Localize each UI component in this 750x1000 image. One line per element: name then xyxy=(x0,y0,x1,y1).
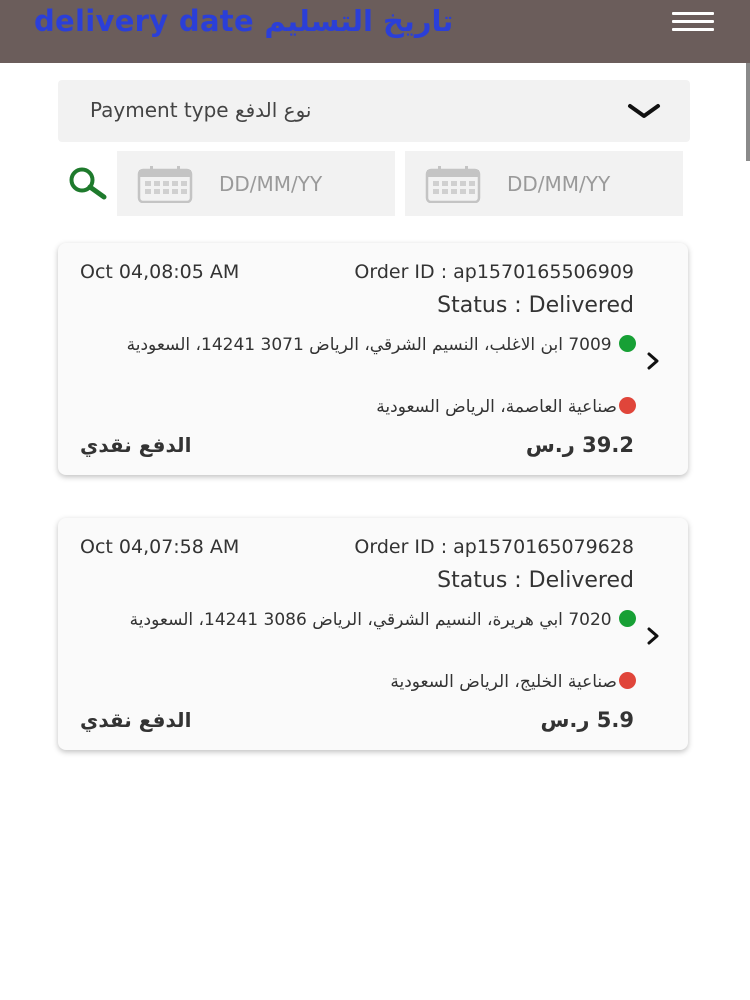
scrollbar[interactable] xyxy=(746,63,750,161)
order-datetime: Oct 04,07:58 AM xyxy=(80,536,240,558)
dropoff-address: صناعية الخليج، الرياض السعودية xyxy=(76,670,636,694)
dropoff-address-text: صناعية العاصمة، الرياض السعودية xyxy=(376,397,617,417)
payment-method: الدفع نقدي xyxy=(80,708,192,732)
chevron-down-icon xyxy=(628,104,660,118)
dropoff-address: صناعية العاصمة، الرياض السعودية xyxy=(76,395,636,419)
pickup-address-text: 7009 ابن الاغلب، النسيم الشرقي، الرياض 3… xyxy=(126,335,612,355)
order-id: Order ID : ap1570165506909 xyxy=(354,261,634,283)
order-amount: 39.2 ر.س xyxy=(525,433,634,457)
date-from-field[interactable]: DD/MM/YY xyxy=(117,151,395,216)
pickup-address: 7020 ابي هريرة، النسيم الشرقي، الرياض 30… xyxy=(76,608,636,632)
hamburger-menu-icon[interactable] xyxy=(672,12,714,34)
order-datetime: Oct 04,08:05 AM xyxy=(80,261,240,283)
date-from-placeholder: DD/MM/YY xyxy=(219,172,323,196)
payment-type-label: Payment type نوع الدفع xyxy=(90,98,312,122)
calendar-icon xyxy=(425,166,481,203)
order-status: Status : Delivered xyxy=(437,568,634,593)
order-status: Status : Delivered xyxy=(437,293,634,318)
order-card[interactable]: Oct 04,07:58 AM Order ID : ap15701650796… xyxy=(58,518,688,750)
chevron-right-icon[interactable] xyxy=(646,351,660,371)
search-icon[interactable] xyxy=(66,166,110,200)
date-to-field[interactable]: DD/MM/YY xyxy=(405,151,683,216)
payment-method: الدفع نقدي xyxy=(80,433,192,457)
dropoff-dot-icon xyxy=(619,397,636,414)
pickup-address: 7009 ابن الاغلب، النسيم الشرقي، الرياض 3… xyxy=(76,333,636,357)
dropoff-address-text: صناعية الخليج، الرياض السعودية xyxy=(390,672,617,692)
payment-type-dropdown[interactable]: Payment type نوع الدفع xyxy=(58,80,690,142)
order-amount: 5.9 ر.س xyxy=(540,708,634,732)
dropoff-dot-icon xyxy=(619,672,636,689)
top-bar: delivery date تاريخ التسليم xyxy=(0,0,750,63)
pickup-address-text: 7020 ابي هريرة، النسيم الشرقي، الرياض 30… xyxy=(129,610,612,630)
calendar-icon xyxy=(137,166,193,203)
order-id: Order ID : ap1570165079628 xyxy=(354,536,634,558)
date-to-placeholder: DD/MM/YY xyxy=(507,172,611,196)
chevron-right-icon[interactable] xyxy=(646,626,660,646)
page-title: delivery date تاريخ التسليم xyxy=(34,4,454,38)
pickup-dot-icon xyxy=(619,610,636,627)
pickup-dot-icon xyxy=(619,335,636,352)
order-card[interactable]: Oct 04,08:05 AM Order ID : ap15701655069… xyxy=(58,243,688,475)
